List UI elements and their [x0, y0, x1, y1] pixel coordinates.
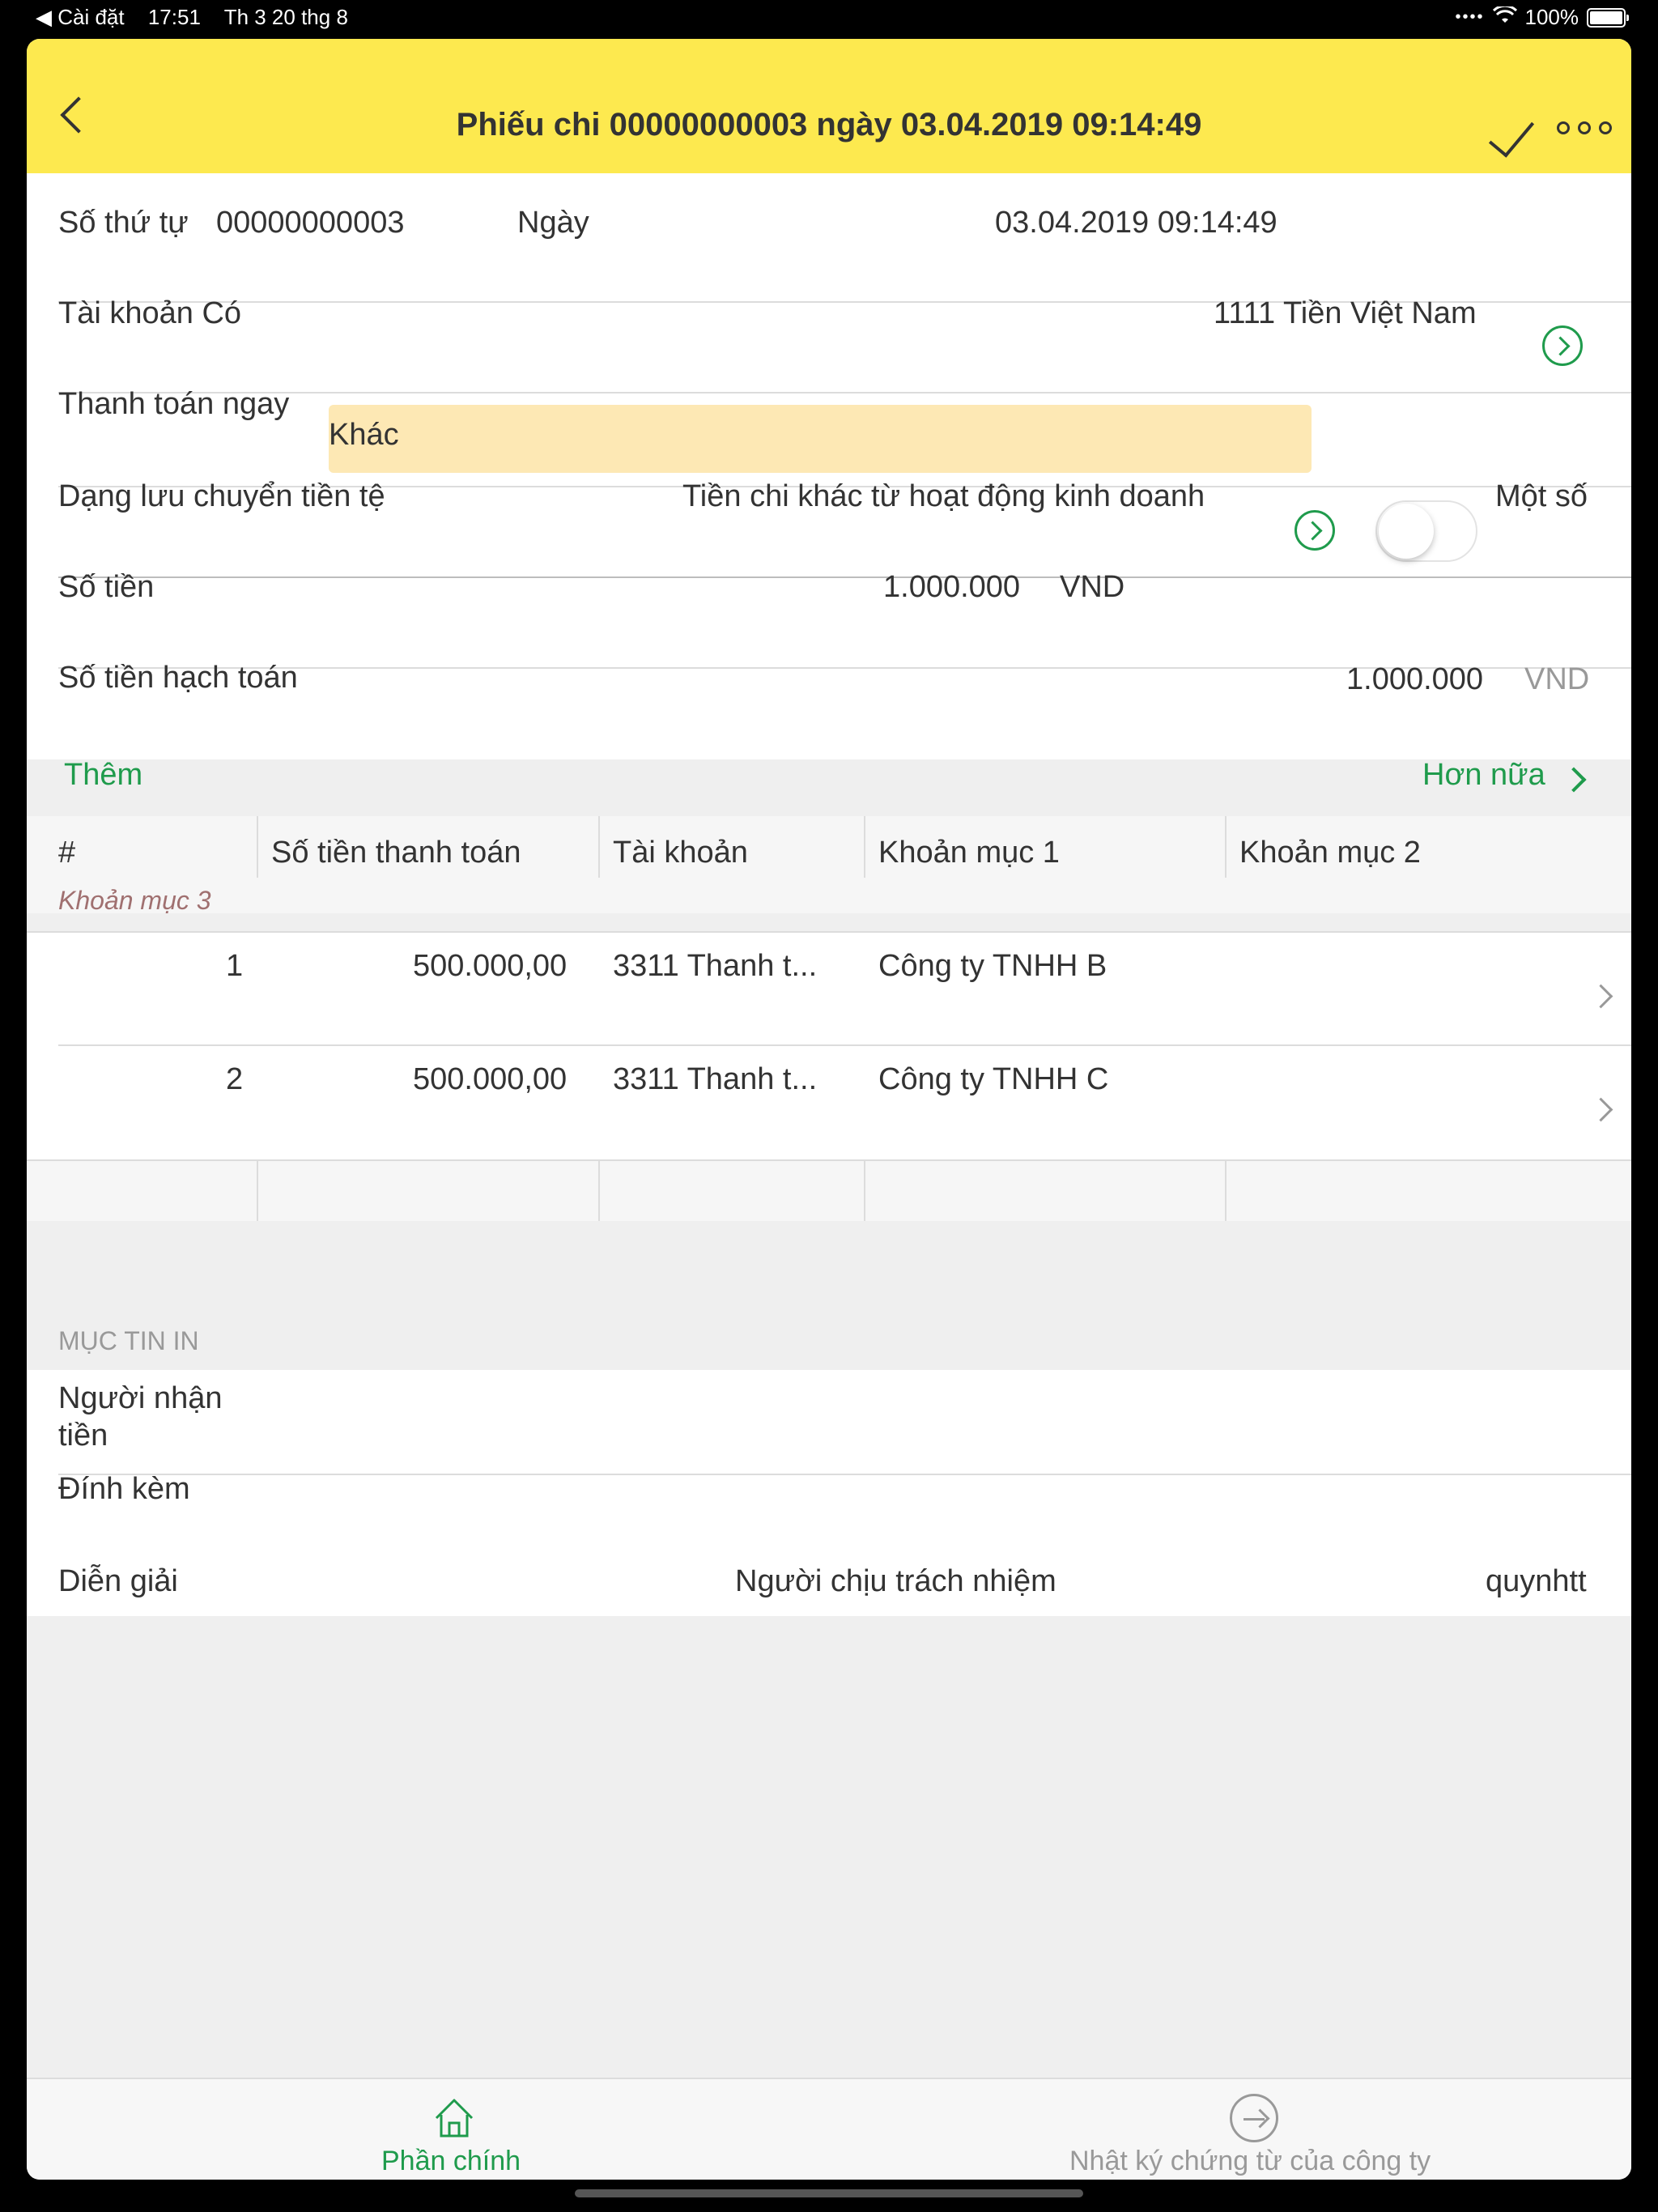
row-chevron-icon	[1588, 984, 1613, 1009]
so-tien-hach-toan-currency: VND	[1524, 662, 1590, 696]
row-index: 1	[226, 949, 244, 983]
ngay-label: Ngày	[517, 206, 589, 240]
add-row-button[interactable]: Thêm	[64, 758, 142, 793]
ngay-value[interactable]: 03.04.2019 09:14:49	[995, 206, 1278, 240]
dang-luu-chuyen-value[interactable]: Tiền chi khác từ hoạt động kinh doanh	[682, 479, 1205, 514]
row-item1: Công ty TNHH C	[878, 1062, 1109, 1096]
battery-percent: 100%	[1524, 5, 1579, 29]
more-options-icon[interactable]	[1557, 121, 1612, 134]
nav-header: Phiếu chi 00000000003 ngày 03.04.2019 09…	[27, 39, 1631, 173]
col-amount: Số tiền thanh toán	[271, 836, 521, 870]
wifi-icon	[1492, 4, 1517, 30]
status-bar: ◀ Cài đặt 17:51 Th 3 20 thg 8 •••• 100%	[0, 0, 1658, 36]
section-heading: MỤC TIN IN	[58, 1326, 199, 1355]
back-to-app-link[interactable]: ◀ Cài đặt	[36, 5, 125, 29]
so-tien-hach-toan-value: 1.000.000	[1346, 662, 1484, 696]
home-indicator[interactable]	[575, 2189, 1083, 2197]
page-title: Phiếu chi 00000000003 ngày 03.04.2019 09…	[456, 107, 1202, 143]
tai-khoan-co-label: Tài khoản Có	[58, 296, 242, 330]
so-thu-tu-label: Số thứ tự	[58, 206, 189, 240]
col-item2: Khoản mục 2	[1239, 836, 1421, 870]
table-header: # Số tiền thanh toán Tài khoản Khoản mục…	[27, 816, 1631, 915]
nguoi-chiu-value[interactable]: quynhtt	[1486, 1564, 1587, 1599]
so-tien-label: Số tiền	[58, 570, 155, 604]
more-chevron-icon[interactable]	[1561, 767, 1587, 793]
tab-journal-label: Nhật ký chứng từ của công ty	[1069, 2146, 1431, 2176]
arrow-right-circle-icon	[1230, 2094, 1278, 2142]
battery-icon	[1587, 7, 1629, 28]
row-account: 3311 Thanh t...	[613, 949, 818, 983]
so-tien-currency[interactable]: VND	[1060, 570, 1124, 605]
thanh-toan-value: Khác	[329, 418, 399, 452]
print-panel: Người nhận tiền Đính kèm Diễn giải Người…	[27, 1370, 1631, 1616]
status-time: 17:51	[147, 5, 201, 29]
so-thu-tu-value[interactable]: 00000000003	[216, 206, 404, 240]
thanh-toan-field[interactable]: Khác	[329, 405, 1312, 473]
so-tien-hach-toan-label: Số tiền hạch toán	[58, 661, 298, 695]
column-divider	[257, 1161, 258, 1221]
tab-main-label: Phần chính	[381, 2146, 521, 2176]
tai-khoan-co-value[interactable]: 1111 Tiền Việt Nam	[1214, 296, 1477, 331]
row-chevron-icon	[1588, 1097, 1613, 1122]
divider	[58, 392, 1631, 393]
column-divider	[864, 816, 865, 878]
mot-so-toggle[interactable]	[1375, 500, 1477, 562]
more-button[interactable]: Hơn nữa	[1422, 758, 1545, 793]
signal-dots-icon: ••••	[1455, 8, 1485, 26]
divider	[58, 1474, 1631, 1475]
row-amount: 500.000,00	[413, 949, 568, 983]
table-row[interactable]: 2 500.000,00 3311 Thanh t... Công ty TNH…	[27, 1046, 1631, 1159]
nguoi-chiu-label: Người chịu trách nhiệm	[735, 1564, 1056, 1598]
row-account: 3311 Thanh t...	[613, 1062, 818, 1096]
table-body: 1 500.000,00 3311 Thanh t... Công ty TNH…	[27, 933, 1631, 1159]
dinh-kem-input[interactable]	[286, 1477, 1581, 1534]
table-footer	[27, 1161, 1631, 1221]
row-index: 2	[226, 1062, 244, 1096]
thanh-toan-label: Thanh toán ngay	[58, 387, 290, 421]
column-divider	[598, 1161, 600, 1221]
divider	[58, 576, 1631, 578]
tab-journal[interactable]: Nhật ký chứng từ của công ty	[1031, 2087, 1484, 2176]
nguoi-nhan-label: Người nhận	[58, 1381, 223, 1415]
dang-luu-chuyen-label: Dạng lưu chuyển tiền tệ	[58, 479, 385, 513]
home-icon	[435, 2099, 474, 2138]
column-divider	[1225, 1161, 1226, 1221]
row-item1: Công ty TNHH B	[878, 949, 1107, 983]
dang-luu-chuyen-chevron-icon[interactable]	[1295, 510, 1335, 551]
status-date: Th 3 20 thg 8	[223, 5, 348, 29]
app-window: Phiếu chi 00000000003 ngày 03.04.2019 09…	[27, 39, 1631, 2180]
col-item1: Khoản mục 1	[878, 836, 1060, 870]
tab-main[interactable]: Phần chính	[334, 2087, 577, 2176]
row-amount: 500.000,00	[413, 1062, 568, 1096]
dinh-kem-label: Đính kèm	[58, 1472, 190, 1506]
so-tien-value[interactable]: 1.000.000	[883, 570, 1020, 605]
col-index: #	[58, 836, 76, 870]
nguoi-nhan-label-line2: tiền	[58, 1419, 108, 1453]
tai-khoan-co-chevron-icon[interactable]	[1542, 325, 1583, 366]
col-item3: Khoản mục 3	[58, 886, 211, 915]
nguoi-nhan-input[interactable]	[286, 1378, 1581, 1467]
column-divider	[864, 1161, 865, 1221]
form-panel: Số thứ tự 00000000003 Ngày 03.04.2019 09…	[27, 173, 1631, 759]
column-divider	[257, 816, 258, 878]
mot-so-label: Một số	[1495, 479, 1588, 513]
table-row[interactable]: 1 500.000,00 3311 Thanh t... Công ty TNH…	[27, 933, 1631, 1044]
column-divider	[598, 816, 600, 878]
column-divider	[1225, 816, 1226, 878]
col-account: Tài khoản	[613, 836, 748, 870]
tab-bar: Phần chính Nhật ký chứng từ của công ty	[27, 2078, 1631, 2180]
dien-giai-label: Diễn giải	[58, 1564, 178, 1598]
